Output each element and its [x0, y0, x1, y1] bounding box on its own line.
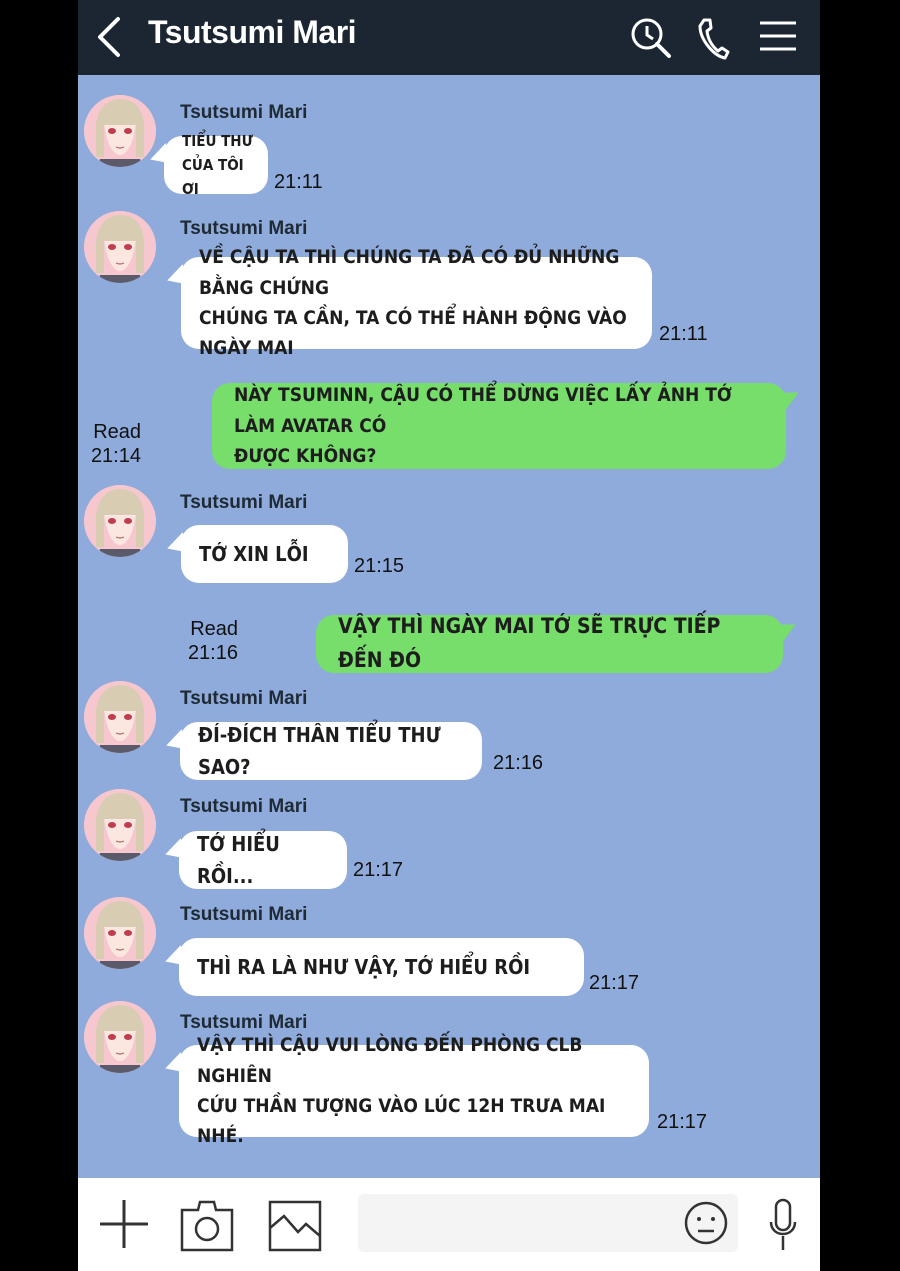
message-bubble[interactable]: VẬY THÌ CẬU VUI LÒNG ĐẾN PHÒNG CLB NGHIÊ… [179, 1034, 649, 1147]
voice-button[interactable] [768, 1198, 798, 1256]
message-time: 21:17 [589, 972, 640, 994]
message-time: 21:11 [659, 323, 708, 345]
message-bubble[interactable]: VẬY THÌ NGÀY MAI TỚ SẼ TRỰC TIẾP ĐẾN ĐÓ [316, 614, 783, 673]
plus-icon [100, 1200, 148, 1248]
sender-name: Tsutsumi Mari [180, 218, 308, 239]
message-time: 21:14 [90, 445, 141, 467]
avatar[interactable] [84, 211, 156, 283]
avatar[interactable] [84, 897, 156, 969]
sender-name: Tsutsumi Mari [180, 102, 308, 123]
sender-name: Tsutsumi Mari [180, 904, 308, 925]
avatar[interactable] [84, 95, 156, 167]
message-time: 21:17 [657, 1111, 708, 1133]
avatar[interactable] [84, 485, 156, 557]
message-text: CHÚNG TA CẦN, TA CÓ THỂ HÀNH ĐỘNG VÀO NG… [199, 307, 627, 360]
image-icon [268, 1200, 322, 1252]
chevron-left-icon [98, 17, 120, 57]
avatar[interactable] [84, 681, 156, 753]
sender-name: Tsutsumi Mari [180, 688, 308, 709]
message-text: ĐƯỢC KHÔNG? [234, 445, 377, 468]
message-bubble[interactable]: TỚ HIỂU RỒI... [179, 831, 347, 889]
chat-title: Tsutsumi Mari [148, 14, 357, 50]
message-text: VẬY THÌ CẬU VUI LÒNG ĐẾN PHÒNG CLB NGHIÊ… [197, 1034, 583, 1087]
message-list[interactable]: Tsutsumi Mari TIỂU THƯ CỦA TÔI ƠI 21:11 Tsut… [78, 75, 820, 1178]
sender-name: Tsutsumi Mari [180, 796, 308, 817]
back-button[interactable] [92, 16, 126, 58]
message-bubble[interactable]: TỚ XIN LỖI [181, 525, 348, 583]
call-button[interactable] [692, 16, 736, 60]
search-icon [631, 18, 671, 58]
message-text: NÀY TSUMINN, CẬU CÓ THỂ DỪNG VIỆC LẤY ẢN… [234, 384, 732, 437]
sender-name: Tsutsumi Mari [180, 492, 308, 513]
microphone-icon [769, 1198, 797, 1250]
message-time: 21:17 [353, 859, 404, 881]
message-text: CỦA TÔI ƠI [182, 156, 244, 198]
message-text: TIỂU THƯ [182, 132, 253, 150]
emoji-button[interactable] [683, 1200, 729, 1250]
message-text: VỀ CẬU TA THÌ CHÚNG TA ĐÃ CÓ ĐỦ NHỮNG BẰ… [199, 246, 620, 299]
message-bubble[interactable]: TIỂU THƯ CỦA TÔI ƠI [164, 132, 268, 198]
chat-header: Tsutsumi Mari [78, 0, 820, 75]
message-text: VẬY THÌ NGÀY MAI TỚ SẼ TRỰC TIẾP ĐẾN ĐÓ [338, 614, 721, 672]
search-button[interactable] [629, 16, 673, 60]
message-time: 21:16 [493, 752, 544, 774]
avatar[interactable] [84, 1001, 156, 1073]
emoji-icon [684, 1201, 728, 1245]
message-text: ĐÍ-ĐÍCH THÂN TIỂU THƯ SAO? [198, 723, 441, 779]
chat-screen: Tsutsumi Mari Tsutsumi Mari TIỂU THƯ CỦA T… [78, 0, 820, 1271]
read-receipt: Read [190, 618, 238, 640]
message-text: CỨU THẦN TƯỢNG VÀO LÚC 12H TRƯA MAI NHÉ. [197, 1095, 606, 1148]
message-bubble[interactable]: VỀ CẬU TA THÌ CHÚNG TA ĐÃ CÓ ĐỦ NHỮNG BẰ… [181, 246, 652, 359]
menu-button[interactable] [756, 16, 800, 60]
read-status: Read 21:14 [77, 420, 141, 468]
read-status: Read 21:16 [174, 617, 238, 665]
message-text: THÌ RA LÀ NHƯ VẬY, TỚ HIỂU RỒI [197, 955, 531, 979]
message-input[interactable] [358, 1194, 738, 1252]
message-bubble[interactable]: ĐÍ-ĐÍCH THÂN TIỂU THƯ SAO? [180, 722, 482, 780]
message-text: TỚ XIN LỖI [199, 542, 309, 566]
add-button[interactable] [98, 1198, 150, 1254]
read-receipt: Read [93, 421, 141, 443]
message-text: TỚ HIỂU RỒI... [197, 832, 280, 888]
camera-button[interactable] [180, 1198, 234, 1256]
message-bubble[interactable]: THÌ RA LÀ NHƯ VẬY, TỚ HIỂU RỒI [179, 938, 584, 996]
message-time: 21:11 [274, 171, 323, 193]
message-time: 21:16 [187, 642, 238, 664]
phone-icon [698, 18, 730, 60]
avatar[interactable] [84, 789, 156, 861]
menu-icon [760, 21, 796, 51]
camera-icon [180, 1200, 234, 1252]
message-time: 21:15 [354, 555, 405, 577]
message-bubble[interactable]: NÀY TSUMINN, CẬU CÓ THỂ DỪNG VIỆC LẤY ẢN… [212, 383, 786, 469]
gallery-button[interactable] [268, 1200, 322, 1256]
input-bar [78, 1178, 820, 1271]
